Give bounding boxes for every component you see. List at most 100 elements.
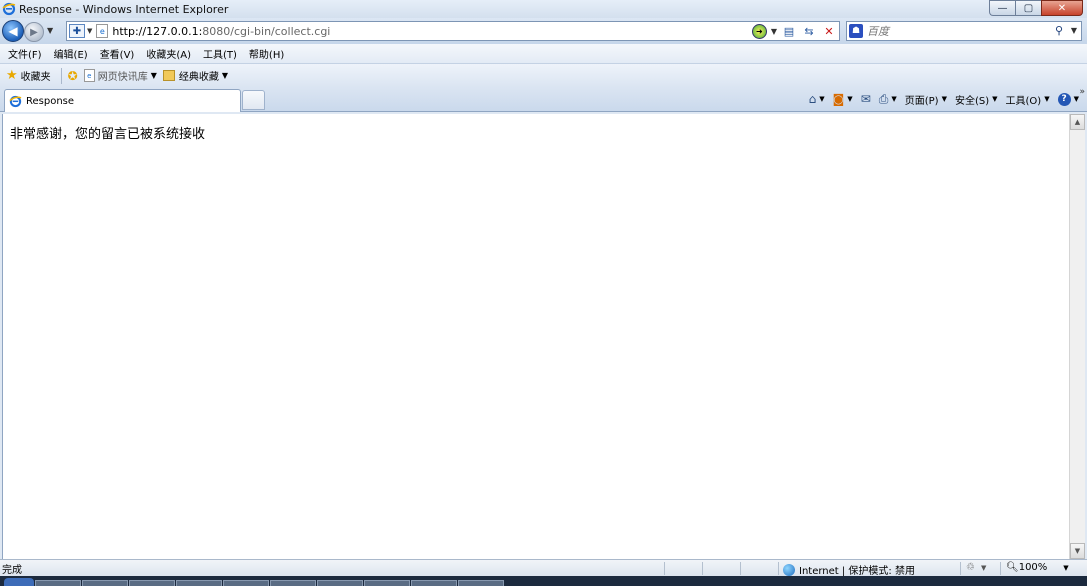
mail-button[interactable]: ✉ <box>861 92 871 106</box>
window-title: Response - Windows Internet Explorer <box>19 2 229 16</box>
url-input[interactable]: http://127.0.0.1:8080/cgi-bin/collect.cg… <box>112 25 330 38</box>
chevron-down-icon: ▼ <box>1044 95 1050 103</box>
protected-mode-icon: ♲ <box>966 562 975 573</box>
start-button[interactable] <box>4 578 34 586</box>
divider <box>740 562 741 575</box>
address-bar[interactable]: ✚ ▼ e http://127.0.0.1:8080/cgi-bin/coll… <box>66 21 840 41</box>
zoom-control[interactable]: 🔍︎ 100% ▼ <box>1006 562 1069 573</box>
search-bar[interactable]: ☗ ⚲ ▼ <box>846 21 1082 41</box>
taskbar-item[interactable] <box>129 580 175 586</box>
chevron-down-icon[interactable]: ▼ <box>87 27 92 35</box>
search-icon[interactable]: ⚲ <box>1055 24 1063 37</box>
zoom-icon: 🔍︎ <box>1006 562 1019 573</box>
classic-favorites[interactable]: 经典收藏 ▼ <box>162 68 229 83</box>
tab-bar: Response ⌂ ▼ ◙ ▼ ✉ ⎙ ▼ 页面(P) ▼ 安全(S) ▼ 工具(O) ▼… <box>0 87 1087 112</box>
title-bar: Response - Windows Internet Explorer — ▢… <box>0 0 1087 18</box>
protected-mode-button[interactable]: ♲ ▼ <box>966 562 986 573</box>
confirmation-message: 非常感谢，您的留言已被系统接收 <box>10 127 206 142</box>
tools-menu[interactable]: 工具(O) ▼ <box>1006 92 1050 107</box>
taskbar-item[interactable] <box>270 580 316 586</box>
arrow-right-icon: ▶ <box>30 26 38 38</box>
classic-favorites-label: 经典收藏 <box>178 72 219 83</box>
chevron-down-icon: ▼ <box>150 71 157 80</box>
web-slice-gallery[interactable]: e 网页快讯库 ▼ <box>83 68 157 83</box>
feeds-button[interactable]: ◙ ▼ <box>833 92 853 106</box>
menu-bar: 文件(F) 编辑(E) 查看(V) 收藏夹(A) 工具(T) 帮助(H) <box>0 44 1087 64</box>
menu-tools[interactable]: 工具(T) <box>203 46 237 61</box>
zone-label: Internet | 保护模式: 禁用 <box>799 566 915 577</box>
tab-response[interactable]: Response <box>4 89 241 112</box>
taskbar-item[interactable] <box>82 580 128 586</box>
taskbar-item[interactable] <box>364 580 410 586</box>
globe-icon <box>783 563 795 576</box>
menu-favorites[interactable]: 收藏夹(A) <box>146 46 191 61</box>
divider <box>60 67 62 84</box>
refresh-icon[interactable]: ⇆ <box>801 23 817 39</box>
taskbar-item[interactable] <box>35 580 81 586</box>
back-button[interactable]: ◀ <box>2 20 24 42</box>
scroll-up-button[interactable]: ▲ <box>1070 114 1085 130</box>
divider <box>960 562 961 575</box>
page-icon: e <box>83 69 95 82</box>
window-controls: — ▢ ✕ <box>989 0 1083 16</box>
add-favorite-icon[interactable]: ✪ <box>68 69 78 83</box>
page-icon: e <box>96 24 109 38</box>
close-button[interactable]: ✕ <box>1041 0 1083 16</box>
safety-menu[interactable]: 安全(S) ▼ <box>955 92 998 107</box>
maximize-button[interactable]: ▢ <box>1015 0 1041 16</box>
taskbar-item[interactable] <box>223 580 269 586</box>
forward-button[interactable]: ▶ <box>24 22 44 42</box>
star-icon[interactable]: ★ <box>6 68 18 83</box>
divider <box>664 562 665 575</box>
status-bar: 完成 Internet | 保护模式: 禁用 ♲ ▼ 🔍︎ 100% ▼ <box>0 559 1087 577</box>
help-icon: ? <box>1057 92 1071 106</box>
tools-menu-label: 工具(O) <box>1005 95 1042 107</box>
chevron-down-icon[interactable]: ▼ <box>771 27 777 36</box>
new-tab-button[interactable] <box>242 90 265 110</box>
safety-menu-label: 安全(S) <box>954 95 990 107</box>
divider <box>1000 562 1001 575</box>
chevron-down-icon: ▼ <box>980 563 987 572</box>
vertical-scrollbar[interactable]: ▲ ▼ <box>1069 114 1085 559</box>
taskbar-item[interactable] <box>176 580 222 586</box>
addon-icon[interactable]: ➜ <box>751 23 767 39</box>
favorites-button[interactable]: 收藏夹 <box>21 68 51 83</box>
taskbar-item[interactable] <box>458 580 504 586</box>
print-button[interactable]: ⎙ ▼ <box>879 92 897 107</box>
tab-label: Response <box>26 95 75 107</box>
divider <box>702 562 703 575</box>
page-menu-label: 页面(P) <box>904 95 939 107</box>
menu-file[interactable]: 文件(F) <box>8 46 42 61</box>
home-button[interactable]: ⌂ ▼ <box>809 92 825 106</box>
menu-view[interactable]: 查看(V) <box>100 46 135 61</box>
scroll-down-button[interactable]: ▼ <box>1070 543 1085 559</box>
chevron-down-icon[interactable]: ▼ <box>1071 26 1077 35</box>
menu-help[interactable]: 帮助(H) <box>249 46 284 61</box>
page-content: 非常感谢，您的留言已被系统接收 <box>2 114 1069 559</box>
chevron-down-icon: ▼ <box>847 95 853 103</box>
address-actions: ➜ ▼ ▤ ⇆ ✕ <box>751 23 837 39</box>
folder-icon <box>162 70 175 81</box>
arrow-left-icon: ◀ <box>8 24 18 38</box>
recent-pages-dropdown[interactable]: ▼ <box>47 26 53 35</box>
chevron-more-icon[interactable]: » <box>1079 87 1085 97</box>
rss-page-icon[interactable]: ▤ <box>781 23 797 39</box>
taskbar-item[interactable] <box>317 580 363 586</box>
stop-icon[interactable]: ✕ <box>821 23 837 39</box>
web-slice-label: 网页快讯库 <box>97 72 148 83</box>
chevron-down-icon: ▼ <box>1073 95 1079 103</box>
minimize-button[interactable]: — <box>989 0 1015 16</box>
compatibility-view-icon[interactable]: ✚ <box>69 24 85 38</box>
taskbar-item[interactable] <box>411 580 457 586</box>
baidu-icon: ☗ <box>849 24 863 38</box>
search-input[interactable] <box>867 24 1047 38</box>
chevron-down-icon: ▼ <box>221 71 229 80</box>
help-menu[interactable]: ? ▼ <box>1057 92 1079 106</box>
favorites-bar: ★ 收藏夹 ✪ e 网页快讯库 ▼ 经典收藏 ▼ <box>0 64 1087 87</box>
security-zone[interactable]: Internet | 保护模式: 禁用 <box>783 562 915 577</box>
ie-logo-icon <box>9 95 22 107</box>
divider <box>778 562 779 575</box>
menu-edit[interactable]: 编辑(E) <box>54 46 88 61</box>
command-bar: ⌂ ▼ ◙ ▼ ✉ ⎙ ▼ 页面(P) ▼ 安全(S) ▼ 工具(O) ▼ ? ▼ <box>801 90 1079 108</box>
page-menu[interactable]: 页面(P) ▼ <box>905 92 947 107</box>
